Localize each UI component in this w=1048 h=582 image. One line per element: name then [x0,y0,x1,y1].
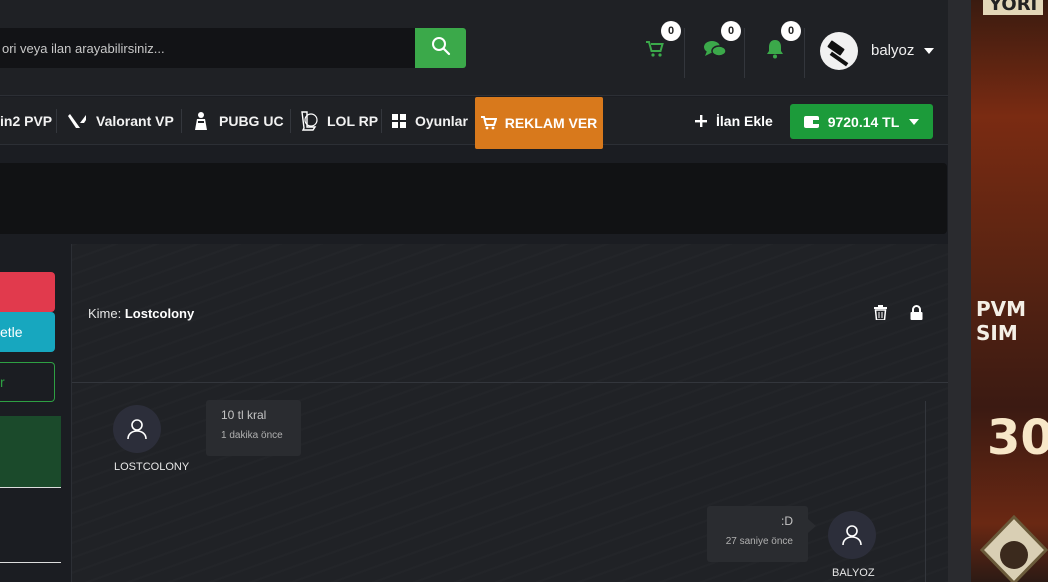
recipient: Kime: Lostcolony [88,306,194,321]
message-text: 10 tl kral [221,408,267,422]
sidebar-divider [0,562,61,563]
message-author: LOSTCOLONY [114,461,190,473]
cart-badge: 0 [661,21,681,41]
add-listing-label: İlan Ekle [716,113,773,129]
side-ad-banner[interactable]: YORI PVM SIM 30 [971,0,1048,582]
recipient-label: Kime: [88,306,122,321]
bell-icon[interactable] [763,37,787,61]
messages-badge: 0 [721,21,741,41]
wallet-icon [803,115,820,129]
banner-strip [0,163,947,234]
cart-icon[interactable] [643,37,667,61]
chat-header: Kime: Lostcolony [72,244,948,383]
top-header: 0 0 0 balyoz [0,0,948,96]
sidebar-item-active[interactable] [0,416,61,488]
plus-icon [695,115,707,127]
avatar [828,511,876,559]
sidebar-button-label: etle [0,324,23,340]
message-time: 27 saniye önce [725,536,793,547]
nav-label: Valorant VP [96,113,174,129]
chevron-down-icon[interactable] [924,48,934,54]
valorant-icon [67,113,87,129]
ad-text-num: 30 [987,410,1048,466]
chat-panel: Kime: Lostcolony LOSTCOLONY 10 tl kral 1… [72,244,948,582]
messages-scrollbar[interactable] [925,401,926,582]
nav-label: LOL RP [327,113,379,129]
avatar [113,405,161,453]
main-nav: in2 PVP Valorant VP PUBG UC LOL RP Oyunl… [0,97,948,149]
chat-icon[interactable] [703,37,727,61]
add-listing-button[interactable]: İlan Ekle [695,97,773,145]
sidebar-button-red[interactable] [0,272,55,312]
nav-label: in2 PVP [0,113,53,129]
ad-text-mid: PVM SIM [976,297,1027,345]
balance-button[interactable]: 9720.14 TL [790,104,933,139]
bubble-tail [808,519,816,533]
cart-icon [480,116,497,130]
message-text: :D [781,514,793,528]
pubg-icon [192,111,210,131]
sidebar-button-label: r [0,374,5,390]
trash-icon[interactable] [874,305,887,325]
search-icon [431,36,451,61]
nav-item-lol[interactable]: LOL RP [300,97,378,145]
ad-text-top: YORI [983,0,1044,15]
nav-item-oyunlar[interactable]: Oyunlar [392,97,468,145]
recipient-name: Lostcolony [124,306,195,321]
message-bubble: 10 tl kral 1 dakika önce [206,400,301,456]
reklam-ver-button[interactable]: REKLAM VER [475,97,603,149]
message-bubble: :D 27 saniye önce [707,506,808,562]
sidebar-button-teal[interactable]: etle [0,312,55,352]
balance-amount: 9720.14 TL [827,113,900,130]
search-button[interactable] [415,28,466,68]
sidebar-button-outline[interactable]: r [0,362,55,402]
nav-item-metin2-pvp[interactable]: in2 PVP [0,97,52,145]
message-author: BALYOZ [832,567,875,579]
nav-label: PUBG UC [219,113,284,129]
avatar[interactable] [820,32,858,70]
nav-item-valorant[interactable]: Valorant VP [67,97,174,145]
username[interactable]: balyoz [871,42,914,59]
reklam-label: REKLAM VER [504,115,598,131]
chevron-down-icon [909,118,920,125]
lock-icon[interactable] [910,305,923,325]
nav-label: Oyunlar [415,113,468,129]
grid-icon [392,114,406,128]
message-time: 1 dakika önce [221,430,283,441]
lol-icon [300,111,318,131]
ad-emblem-icon [979,515,1048,582]
notifications-badge: 0 [781,21,801,41]
nav-item-pubg[interactable]: PUBG UC [192,97,284,145]
search-input[interactable] [0,28,415,68]
